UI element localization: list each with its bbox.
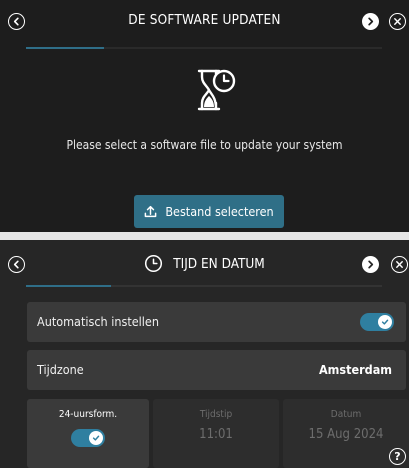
select-file-button[interactable]: Bestand selecteren (134, 195, 284, 228)
timezone-value: Amsterdam (318, 362, 392, 377)
software-update-message: Please select a software file to update … (66, 138, 343, 152)
auto-set-row[interactable]: Automatisch instellen (27, 302, 406, 342)
timezone-label: Tijdzone (37, 362, 84, 377)
time-close-button[interactable] (391, 256, 408, 273)
date-value: 15 Aug 2024 (308, 427, 384, 442)
software-update-panel: DE SOFTWARE UPDATEN Please select a soft… (0, 0, 409, 232)
time-tile: Tijdstip 11:01 (153, 399, 279, 468)
format-24h-label: 24-uursform. (58, 409, 118, 420)
close-button[interactable] (389, 13, 406, 30)
software-update-progress (26, 47, 382, 49)
select-file-button-label: Bestand selecteren (165, 204, 274, 219)
date-label: Datum (330, 409, 362, 420)
time-label: Tijdstip (199, 409, 233, 420)
time-value: 11:01 (199, 427, 233, 442)
time-date-title-group: TIJD EN DATUM (0, 254, 409, 273)
time-date-header: TIJD EN DATUM (0, 240, 409, 282)
toggle-knob (378, 315, 392, 329)
check-icon (381, 319, 389, 325)
format-24h-tile[interactable]: 24-uursform. (27, 399, 149, 468)
check-icon (92, 435, 100, 441)
chevron-right-icon (368, 260, 374, 269)
software-update-header: DE SOFTWARE UPDATEN (0, 0, 409, 42)
timezone-row[interactable]: Tijdzone Amsterdam (27, 350, 406, 390)
format-24h-toggle[interactable] (71, 429, 105, 447)
toggle-knob (89, 431, 103, 445)
next-button[interactable] (362, 13, 379, 30)
upload-icon (144, 205, 157, 218)
close-icon (396, 261, 403, 268)
software-update-title: DE SOFTWARE UPDATEN (128, 12, 281, 28)
software-update-progress-fill (26, 47, 105, 49)
time-date-progress-fill (26, 285, 112, 287)
time-date-title: TIJD EN DATUM (173, 255, 265, 272)
time-date-progress (26, 285, 382, 287)
chevron-right-icon (368, 17, 374, 26)
close-icon (394, 18, 401, 25)
time-next-button[interactable] (362, 256, 379, 273)
hourglass-clock-icon (197, 69, 236, 111)
auto-set-label: Automatisch instellen (37, 314, 159, 329)
auto-set-toggle[interactable] (360, 313, 394, 331)
clock-icon (145, 254, 163, 273)
help-button[interactable]: ? (389, 448, 406, 465)
